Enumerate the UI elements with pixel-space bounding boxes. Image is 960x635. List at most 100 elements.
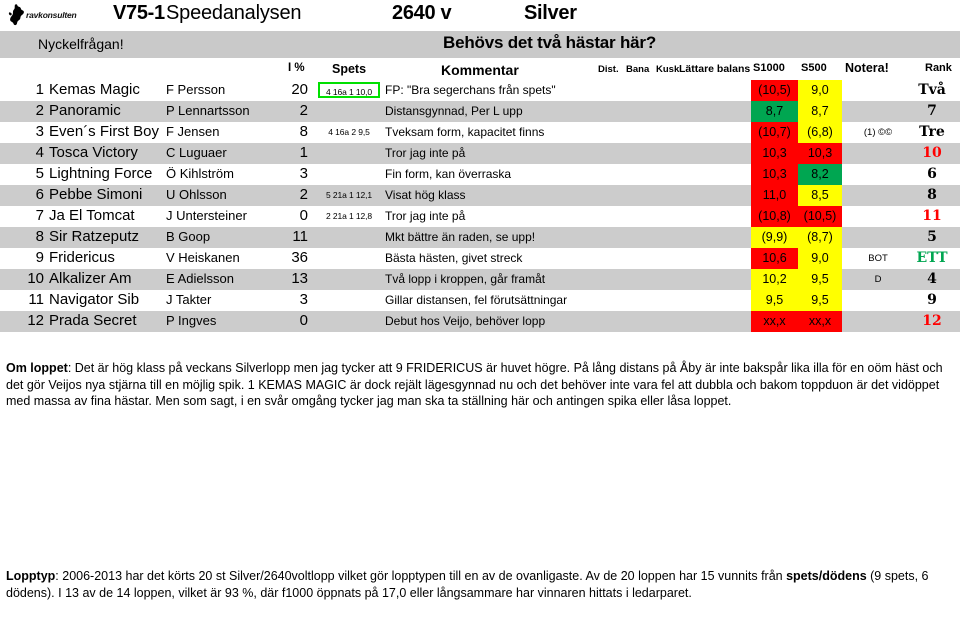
row-horse-name: Ja El Tomcat: [49, 207, 135, 224]
table-row: 11 Navigator Sib J Takter 3 Gillar distansen…: [0, 290, 960, 311]
ravkonsulten-logo: ravkonsulten: [8, 3, 104, 27]
about-race-paragraph: Om loppet: Det är hög klass på veckans S…: [6, 360, 954, 410]
row-comment: Tror jag inte på: [385, 209, 466, 223]
row-comment: Tror jag inte på: [385, 146, 466, 160]
row-rank: 11: [922, 208, 942, 224]
row-rank: 8: [927, 187, 937, 203]
table-row: 3 Even´s First Boy F Jensen 8 4 16a 2 9,5 Tve…: [0, 122, 960, 143]
col-header-rank: Rank: [925, 62, 952, 74]
row-horse-name: Lightning Force: [49, 165, 153, 182]
about-race-label: Om loppet: [6, 361, 68, 375]
row-comment: Visat hög klass: [385, 188, 466, 202]
row-start-number: 11: [28, 291, 44, 308]
row-spets-stats: 4 16a 2 9,5: [328, 127, 370, 137]
row-start-number: 1: [35, 81, 44, 98]
row-rank: Två: [918, 82, 946, 98]
row-driver-name: U Ohlsson: [166, 187, 227, 202]
table-row: 8 Sir Ratzeputz B Goop 11 Mkt bättre än rade…: [0, 227, 960, 248]
table-row: 10 Alkalizer Am E Adielsson 13 Två lopp i kr…: [0, 269, 960, 290]
row-horse-name: Alkalizer Am: [49, 270, 132, 287]
table-row: 9 Fridericus V Heiskanen 36 Bästa hästen, gi…: [0, 248, 960, 269]
row-start-number: 7: [35, 207, 44, 224]
row-notera: (1) ©©: [863, 127, 893, 138]
row-horse-name: Fridericus: [49, 249, 115, 266]
row-rank: Tre: [919, 124, 945, 140]
row-spets-stats: 4 16a 1 10,0: [318, 82, 380, 98]
row-comment: Fin form, kan överraska: [385, 167, 512, 181]
row-rank: 9: [927, 292, 937, 308]
row-start-number: 5: [35, 165, 44, 182]
row-driver-name: J Takter: [166, 292, 212, 307]
row-percent: 2: [299, 102, 308, 119]
key-question-label: Nyckelfrågan!: [38, 36, 124, 52]
speed-analysis-page: ravkonsulten V75-1 Speedanalysen 2640 v …: [0, 0, 960, 635]
row-s500-value: xx,x: [798, 311, 842, 332]
product-title: Speedanalysen: [166, 2, 302, 24]
row-rank: 4: [927, 271, 937, 287]
row-comment: Tveksam form, kapacitet finns: [385, 125, 545, 139]
table-row: 5 Lightning Force Ö Kihlström 3 Fin form, ka…: [0, 164, 960, 185]
col-header-s500: S500: [801, 62, 827, 74]
key-question-text: Behövs det två hästar här?: [443, 33, 657, 52]
row-s500-value: 8,5: [798, 185, 842, 206]
col-header-comment: Kommentar: [441, 62, 519, 78]
row-percent: 1: [299, 144, 308, 161]
row-s1000-value: 10,3: [751, 143, 798, 164]
row-percent: 0: [299, 312, 308, 329]
row-start-number: 10: [27, 270, 44, 287]
col-header-notera: Notera!: [845, 61, 889, 75]
logo-wordmark: ravkonsulten: [26, 10, 77, 20]
horse-silhouette-icon: [8, 4, 25, 26]
row-percent: 2: [299, 186, 308, 203]
table-row: 4 Tosca Victory C Luguaer 1 Tror jag inte på…: [0, 143, 960, 164]
row-rank: 6: [927, 166, 937, 182]
row-rank: 10: [922, 145, 942, 161]
row-driver-name: E Adielsson: [166, 271, 234, 286]
row-s1000-value: 10,2: [751, 269, 798, 290]
row-horse-name: Navigator Sib: [49, 291, 140, 308]
row-comment: Distansgynnad, Per L upp: [385, 104, 523, 118]
row-comment: Debut hos Veijo, behöver lopp: [385, 314, 546, 328]
race-type-paragraph: Lopptyp: 2006-2013 har det körts 20 st S…: [6, 568, 954, 601]
col-header-dist: Dist.: [598, 64, 619, 75]
col-header-spets: Spets: [332, 62, 367, 76]
table-header: I % Spets Kommentar Dist. Bana Kusk Lätt…: [0, 58, 960, 80]
race-distance: 2640 v: [392, 2, 452, 24]
row-s1000-value: (10,8): [751, 206, 798, 227]
row-driver-name: V Heiskanen: [166, 250, 240, 265]
table-row: 2 Panoramic P Lennartsson 2 Distansgynnad, P…: [0, 101, 960, 122]
row-s500-value: 9,0: [798, 80, 842, 101]
row-notera: D: [874, 274, 882, 285]
col-header-s1000: S1000: [753, 62, 785, 74]
col-header-bana: Bana: [626, 64, 650, 75]
race-class: Silver: [524, 2, 577, 24]
row-s1000-value: xx,x: [751, 311, 798, 332]
row-comment: Mkt bättre än raden, se upp!: [385, 230, 536, 244]
row-driver-name: P Ingves: [166, 313, 217, 328]
row-s500-value: 9,5: [798, 269, 842, 290]
table-row: 1 Kemas Magic F Persson 20 4 16a 1 10,0 FP: "…: [0, 80, 960, 101]
about-race-text: : Det är hög klass på veckans Silverlopp…: [6, 361, 943, 408]
row-driver-name: F Persson: [166, 82, 226, 97]
row-s1000-value: (10,5): [751, 80, 798, 101]
row-rank: 7: [927, 103, 937, 119]
row-s1000-value: (10,7): [751, 122, 798, 143]
row-s500-value: (8,7): [798, 227, 842, 248]
row-spets-stats: 5 21a 1 12,1: [325, 190, 373, 200]
row-horse-name: Kemas Magic: [49, 81, 140, 98]
row-percent: 8: [299, 123, 308, 140]
race-type-text-1: : 2006-2013 har det körts 20 st Silver/2…: [55, 569, 787, 583]
row-start-number: 12: [27, 312, 44, 329]
row-percent: 3: [299, 291, 308, 308]
title-bar: ravkonsulten V75-1 Speedanalysen 2640 v …: [0, 0, 960, 31]
row-percent: 3: [299, 165, 308, 182]
row-driver-name: B Goop: [166, 229, 211, 244]
key-question-bar: Nyckelfrågan! Behövs det två hästar här?: [0, 31, 960, 58]
row-s500-value: (10,5): [798, 206, 842, 227]
row-comment: FP: "Bra segerchans från spets": [385, 83, 556, 97]
row-s500-value: (6,8): [798, 122, 842, 143]
row-start-number: 4: [35, 144, 44, 161]
row-rank: 5: [927, 229, 937, 245]
col-header-lattare-balans: Lättare balans: [679, 63, 751, 75]
table-row: 6 Pebbe Simoni U Ohlsson 2 5 21a 1 12,1 Visat…: [0, 185, 960, 206]
